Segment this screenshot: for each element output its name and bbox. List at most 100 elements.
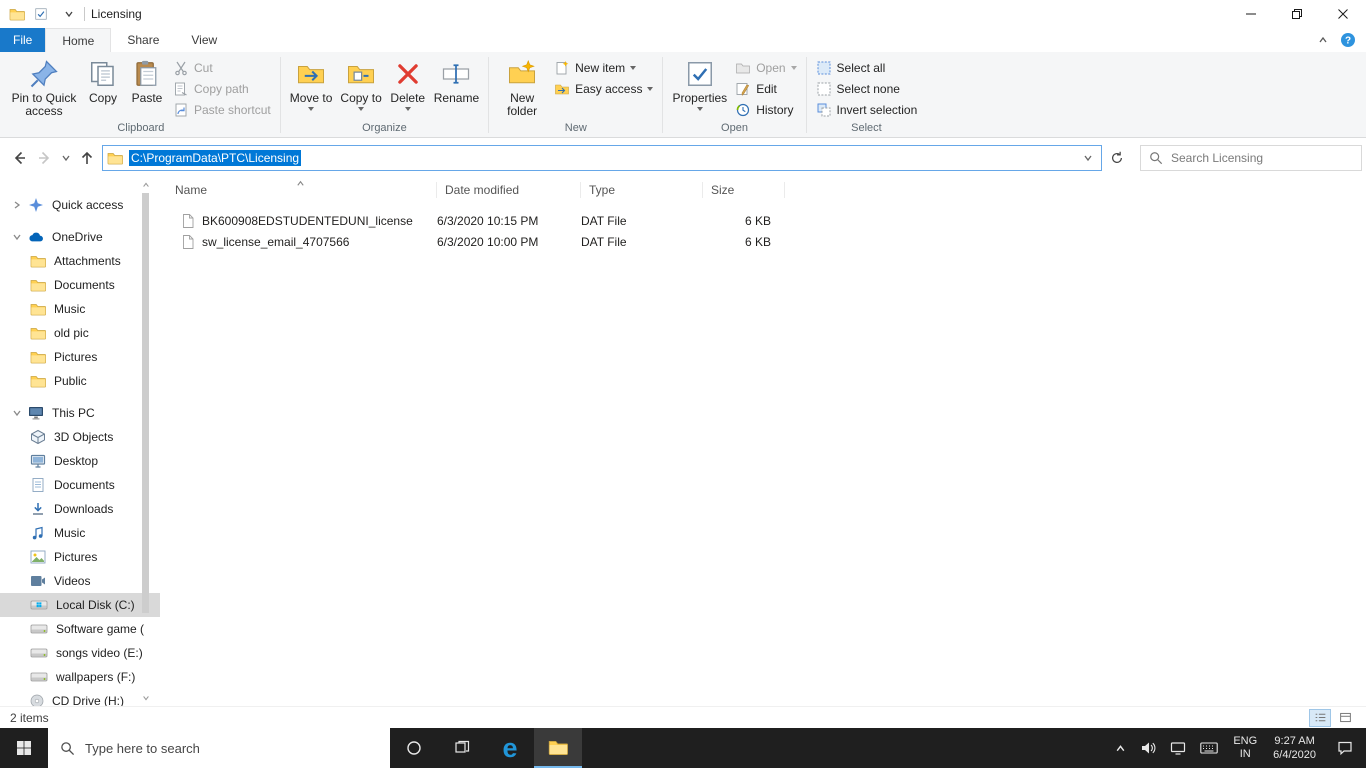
collapse-ribbon-button[interactable] <box>1318 35 1328 45</box>
up-button[interactable] <box>74 145 100 171</box>
search-icon <box>60 741 75 756</box>
date-text: 6/4/2020 <box>1273 749 1316 761</box>
address-bar[interactable]: C:\ProgramData\PTC\Licensing <box>102 144 1102 171</box>
sidebar-item-pictures[interactable]: Pictures <box>0 545 160 569</box>
sidebar-item-onedrive-documents[interactable]: Documents <box>0 273 160 297</box>
network-button[interactable] <box>1163 728 1193 768</box>
scrollbar-thumb[interactable] <box>142 193 149 613</box>
file-list-pane: Name Date modified Type Size BK600908EDS… <box>160 177 1366 706</box>
sidebar-item-quick-access[interactable]: Quick access <box>0 193 160 217</box>
sidebar-item-desktop[interactable]: Desktop <box>0 449 160 473</box>
thumbnails-view-button[interactable] <box>1334 709 1356 727</box>
clock[interactable]: 9:27 AM 6/4/2020 <box>1265 728 1324 768</box>
sidebar-item-label: Videos <box>54 574 91 588</box>
copy-path-button[interactable]: Copy path <box>169 78 275 99</box>
sidebar-item-documents[interactable]: Documents <box>0 473 160 497</box>
sidebar-item-onedrive-music[interactable]: Music <box>0 297 160 321</box>
scroll-down-button[interactable] <box>141 692 150 704</box>
sidebar-item-onedrive[interactable]: OneDrive <box>0 225 160 249</box>
details-view-button[interactable] <box>1309 708 1331 727</box>
cut-button[interactable]: Cut <box>169 57 275 78</box>
taskbar-search-input[interactable] <box>85 740 378 756</box>
recent-locations-button[interactable] <box>58 145 74 171</box>
restore-button[interactable] <box>1274 0 1320 28</box>
address-dropdown-button[interactable] <box>1079 153 1097 163</box>
sidebar-item-downloads[interactable]: Downloads <box>0 497 160 521</box>
tab-view[interactable]: View <box>175 28 233 52</box>
sidebar-item-this-pc[interactable]: This PC <box>0 401 160 425</box>
sidebar-item-3d-objects[interactable]: 3D Objects <box>0 425 160 449</box>
tab-home[interactable]: Home <box>45 28 112 52</box>
show-hidden-icons-button[interactable] <box>1108 728 1133 768</box>
rename-button[interactable]: Rename <box>430 55 483 105</box>
column-header-size[interactable]: Size <box>703 182 785 198</box>
tab-file[interactable]: File <box>0 28 46 52</box>
task-view-button[interactable] <box>438 728 486 768</box>
scroll-up-button[interactable] <box>141 179 150 191</box>
delete-button[interactable]: Delete <box>386 55 430 114</box>
close-button[interactable] <box>1320 0 1366 28</box>
paste-shortcut-icon <box>173 102 189 118</box>
sidebar-item-songs-video-e[interactable]: songs video (E:) <box>0 641 160 665</box>
properties-button[interactable]: Properties <box>668 55 731 114</box>
explorer-app-icon <box>9 6 25 22</box>
ribbon-group-clipboard: Pin to Quick access Copy Paste Cut Copy … <box>2 53 280 137</box>
edge-button[interactable] <box>486 728 534 768</box>
qat-properties-button[interactable] <box>29 3 53 25</box>
sidebar-item-onedrive-pictures[interactable]: Pictures <box>0 345 160 369</box>
sidebar-item-old-pic[interactable]: old pic <box>0 321 160 345</box>
help-button[interactable] <box>1340 32 1356 48</box>
qat-customize-button[interactable] <box>57 3 81 25</box>
column-header-type[interactable]: Type <box>581 182 703 198</box>
explorer-search-input[interactable] <box>1171 150 1353 165</box>
language-indicator[interactable]: ENG IN <box>1225 728 1265 768</box>
sidebar-item-wallpapers-f[interactable]: wallpapers (F:) <box>0 665 160 689</box>
start-button[interactable] <box>0 728 48 768</box>
downloads-icon <box>30 501 46 517</box>
copy-to-button[interactable]: Copy to <box>336 55 385 114</box>
taskbar-search-box <box>48 728 390 768</box>
sidebar-scrollbar[interactable] <box>141 177 150 706</box>
minimize-button[interactable] <box>1228 0 1274 28</box>
help-icon <box>1340 32 1356 48</box>
move-to-icon <box>296 59 326 89</box>
column-header-date-modified[interactable]: Date modified <box>437 182 581 198</box>
copy-button[interactable]: Copy <box>81 55 125 105</box>
chevron-right-icon <box>12 200 24 210</box>
new-item-button[interactable]: New item <box>550 57 657 78</box>
easy-access-button[interactable]: Easy access <box>550 78 657 99</box>
sidebar-item-music[interactable]: Music <box>0 521 160 545</box>
tab-share[interactable]: Share <box>111 28 175 52</box>
volume-button[interactable] <box>1133 728 1163 768</box>
paste-button[interactable]: Paste <box>125 55 169 105</box>
file-row[interactable]: BK600908EDSTUDENTEDUNI_license 6/3/2020 … <box>160 210 1366 231</box>
sidebar-item-public[interactable]: Public <box>0 369 160 393</box>
touch-keyboard-button[interactable] <box>1193 728 1225 768</box>
select-none-button[interactable]: Select none <box>812 78 922 99</box>
sidebar-item-local-disk-c[interactable]: Local Disk (C:) <box>0 593 160 617</box>
cortana-button[interactable] <box>390 728 438 768</box>
history-button[interactable]: History <box>731 99 800 120</box>
paste-shortcut-button[interactable]: Paste shortcut <box>169 99 275 120</box>
sidebar-item-cd-drive-h[interactable]: CD Drive (H:) <box>0 689 160 706</box>
sidebar-item-attachments[interactable]: Attachments <box>0 249 160 273</box>
sidebar-item-videos[interactable]: Videos <box>0 569 160 593</box>
pin-to-quick-access-button[interactable]: Pin to Quick access <box>7 55 81 118</box>
action-center-button[interactable] <box>1324 728 1366 768</box>
file-row[interactable]: sw_license_email_4707566 6/3/2020 10:00 … <box>160 231 1366 252</box>
new-folder-button[interactable]: New folder <box>494 55 550 118</box>
open-button[interactable]: Open <box>731 57 800 78</box>
invert-selection-button[interactable]: Invert selection <box>812 99 922 120</box>
sidebar-item-label: Desktop <box>54 454 99 468</box>
items-count: 2 items <box>10 710 49 725</box>
back-button[interactable] <box>6 145 32 171</box>
forward-button[interactable] <box>32 145 58 171</box>
select-all-button[interactable]: Select all <box>812 57 922 78</box>
refresh-button[interactable] <box>1104 145 1130 171</box>
dropdown-caret-icon <box>630 66 637 73</box>
clipboard-group-label: Clipboard <box>117 122 165 134</box>
edit-button[interactable]: Edit <box>731 78 800 99</box>
move-to-button[interactable]: Move to <box>286 55 337 114</box>
sidebar-item-software-game-d[interactable]: Software game ( <box>0 617 160 641</box>
file-explorer-button[interactable] <box>534 728 582 768</box>
